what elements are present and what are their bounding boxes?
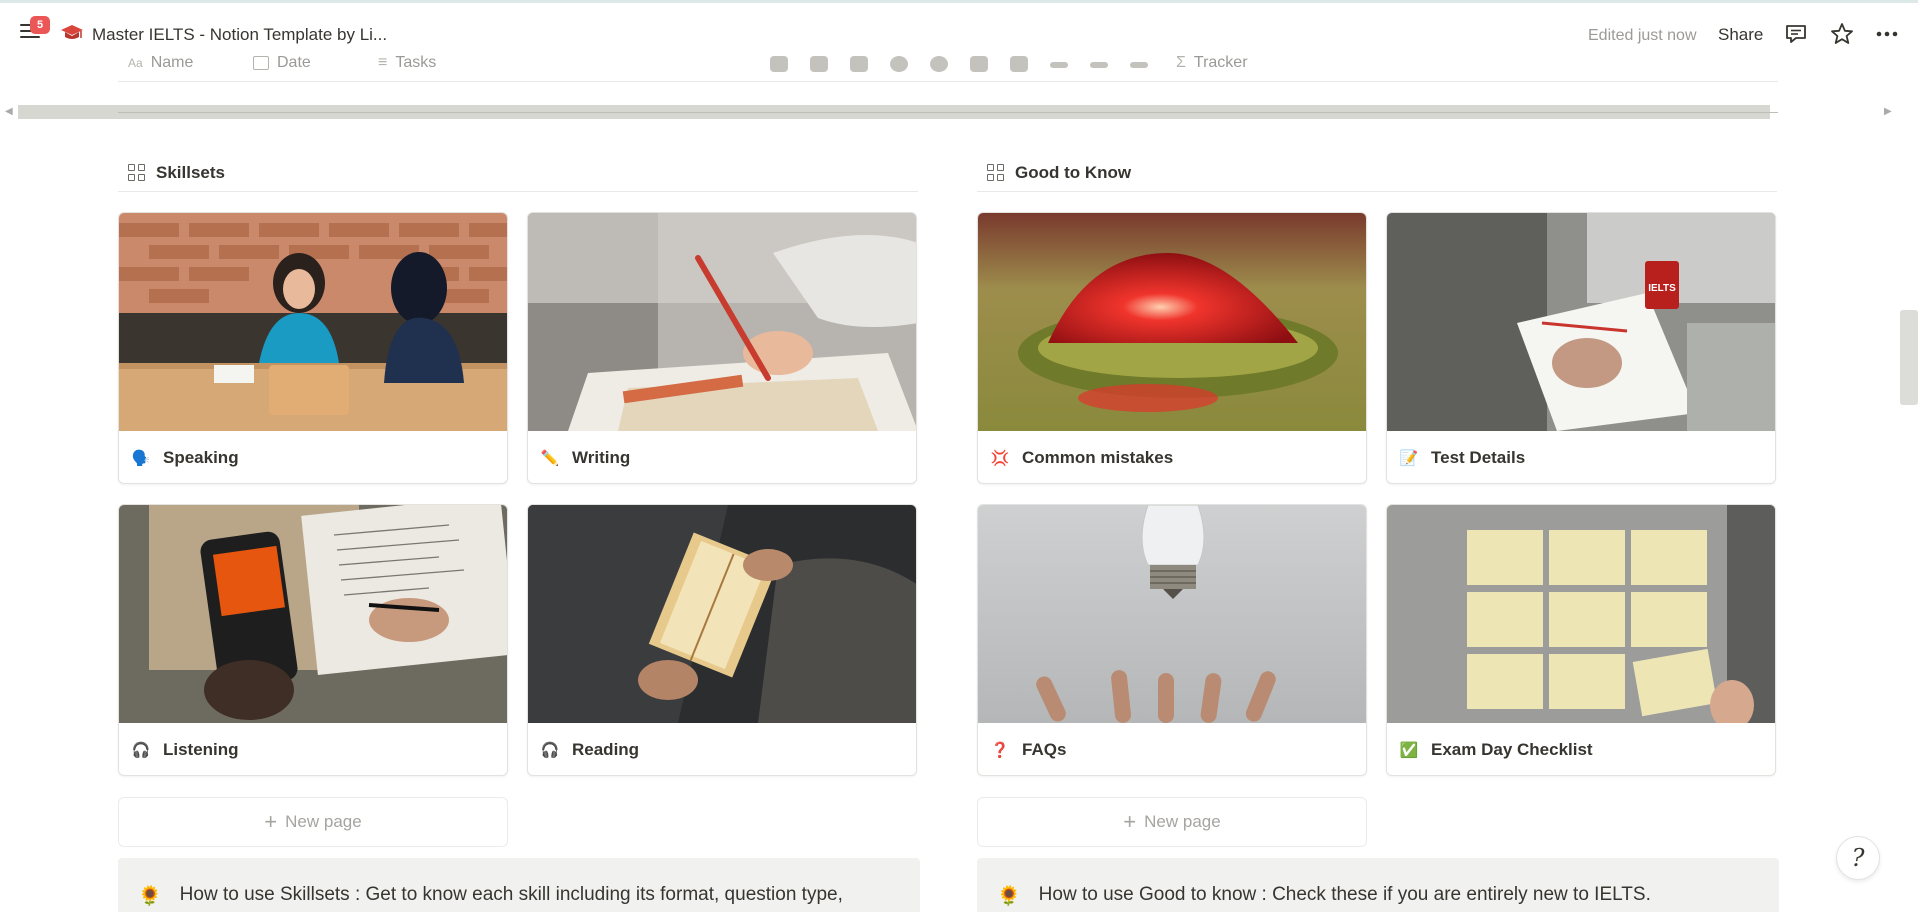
card-speaking[interactable]: 🗣️ Speaking	[118, 212, 508, 484]
card-label: 🎧 Listening	[131, 740, 239, 759]
exam-day-checklist-cover-image	[1387, 505, 1775, 723]
card-label: 💢 Common mistakes	[990, 448, 1174, 467]
notification-badge: 5	[30, 16, 50, 34]
svg-text:IELTS: IELTS	[1648, 283, 1676, 294]
property-icon[interactable]	[850, 56, 868, 72]
help-button[interactable]: ?	[1836, 836, 1880, 880]
column-tasks[interactable]: ≡ Tasks	[378, 54, 436, 72]
card-faqs[interactable]: ❓ FAQs	[977, 504, 1367, 776]
card-exam-day-checklist[interactable]: ✅ Exam Day Checklist	[1386, 504, 1776, 776]
property-icon[interactable]	[1010, 56, 1028, 72]
card-listening[interactable]: 🎧 Listening	[118, 504, 508, 776]
callout-text: How to use Skillsets : Get to know each …	[179, 884, 843, 905]
good-to-know-callout: 🌻 How to use Good to know : Check these …	[977, 858, 1779, 912]
speaking-cover-image	[119, 213, 507, 431]
card-common-mistakes[interactable]: 💢 Common mistakes	[977, 212, 1367, 484]
property-icon[interactable]	[1130, 62, 1148, 68]
database-header-row: Aa Name Date ≡ Tasks Σ Tracker	[118, 52, 1778, 82]
comment-icon[interactable]	[1783, 21, 1809, 47]
column-name[interactable]: Aa Name	[128, 54, 193, 72]
memo-icon: 📝	[1399, 450, 1419, 467]
reading-cover-image	[528, 505, 916, 723]
gallery-view-icon	[128, 163, 146, 182]
speaking-head-icon: 🗣️	[131, 450, 151, 467]
sunflower-icon: 🌻	[997, 886, 1021, 907]
card-label: 📝 Test Details	[1399, 448, 1526, 467]
section-title: Skillsets	[156, 162, 225, 182]
scroll-left-icon[interactable]: ◀	[5, 106, 13, 117]
property-icon[interactable]	[810, 56, 828, 72]
card-test-details[interactable]: IELTS 📝 Test Details	[1386, 212, 1776, 484]
card-label: 🎧 Reading	[540, 740, 640, 759]
test-details-cover-image: IELTS	[1387, 213, 1775, 431]
listening-cover-image	[119, 505, 507, 723]
faqs-cover-image	[978, 505, 1366, 723]
gallery-view-icon	[987, 163, 1005, 182]
property-icon[interactable]	[1050, 62, 1068, 68]
skillsets-header[interactable]: Skillsets	[118, 154, 918, 192]
headphones-icon: 🎧	[540, 742, 560, 759]
property-icon[interactable]	[770, 56, 788, 72]
card-label: ✅ Exam Day Checklist	[1399, 740, 1593, 759]
property-icon[interactable]	[890, 56, 908, 72]
check-mark-icon: ✅	[1399, 742, 1419, 759]
horizontal-scrollbar[interactable]: ◀ ▶	[0, 100, 1918, 124]
card-writing[interactable]: ✏️ Writing	[527, 212, 917, 484]
top-bar: 5 Master IELTS - Notion Template by Li..…	[0, 3, 1918, 59]
plus-icon: +	[1123, 809, 1137, 834]
anger-symbol-icon: 💢	[990, 450, 1010, 467]
plus-icon: +	[264, 809, 278, 834]
edited-status: Edited just now	[1588, 27, 1697, 44]
card-label: 🗣️ Speaking	[131, 448, 239, 467]
section-title: Good to Know	[1015, 162, 1132, 182]
card-label: ✏️ Writing	[540, 448, 631, 467]
good-to-know-header[interactable]: Good to Know	[977, 154, 1777, 192]
pencil-icon: ✏️	[540, 450, 560, 467]
skillsets-callout: 🌻 How to use Skillsets : Get to know eac…	[118, 858, 920, 912]
question-mark-icon: ❓	[990, 742, 1010, 759]
property-icon[interactable]	[930, 56, 948, 72]
writing-cover-image	[528, 213, 916, 431]
graduation-cap-icon	[60, 23, 84, 43]
property-icon[interactable]	[1090, 62, 1108, 68]
good-to-know-new-page-button[interactable]: + New page	[977, 797, 1367, 847]
column-date[interactable]: Date	[253, 54, 311, 72]
headphones-icon: 🎧	[131, 742, 151, 759]
star-icon[interactable]	[1829, 21, 1855, 47]
page-title[interactable]: Master IELTS - Notion Template by Li...	[92, 25, 387, 45]
callout-text: How to use Good to know : Check these if…	[1038, 884, 1651, 905]
more-options-icon[interactable]	[1874, 21, 1900, 47]
common-mistakes-cover-image	[978, 213, 1366, 431]
property-icon[interactable]	[970, 56, 988, 72]
vertical-scrollbar-thumb[interactable]	[1900, 310, 1918, 405]
share-button[interactable]: Share	[1718, 25, 1763, 45]
skillsets-new-page-button[interactable]: + New page	[118, 797, 508, 847]
column-tracker[interactable]: Σ Tracker	[1176, 54, 1248, 72]
card-label: ❓ FAQs	[990, 740, 1067, 759]
sunflower-icon: 🌻	[138, 886, 162, 907]
card-reading[interactable]: 🎧 Reading	[527, 504, 917, 776]
scroll-right-icon[interactable]: ▶	[1884, 106, 1892, 117]
